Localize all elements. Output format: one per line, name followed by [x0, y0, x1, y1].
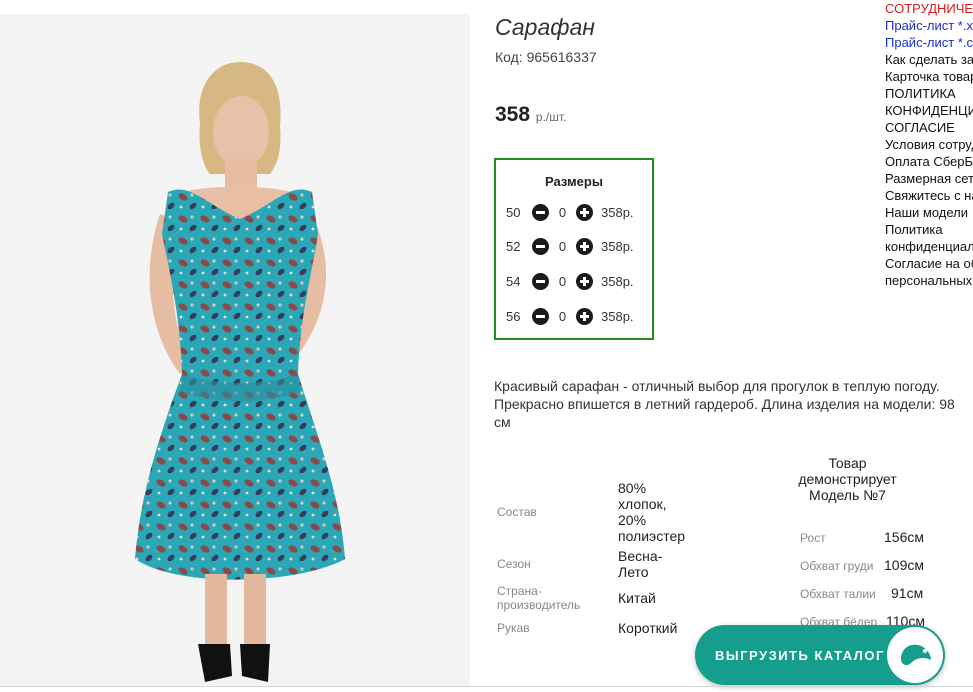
plus-circle-icon[interactable]	[576, 307, 593, 325]
minus-circle-icon[interactable]	[532, 307, 549, 325]
plus-circle-icon[interactable]	[576, 237, 593, 255]
sidebar-item-contact[interactable]: Свяжитесь с нами	[885, 187, 973, 204]
size-price: 358р.	[601, 204, 634, 220]
model-param-key: Обхват груди	[800, 559, 874, 573]
size-price: 358р.	[601, 273, 634, 289]
spec-value: 80% хлопок, 20% полиэстер	[618, 480, 686, 544]
size-row: 52 0 358р.	[506, 235, 634, 257]
sidebar-item-privacy[interactable]: Политика	[885, 221, 973, 238]
model-param-value: 156см	[884, 529, 924, 545]
size-quantity[interactable]: 0	[549, 239, 576, 254]
spec-key: Страна-производитель	[497, 584, 581, 612]
export-catalog-button[interactable]: ВЫГРУЗИТЬ КАТАЛОГ	[695, 625, 945, 685]
sidebar-item-data-consent[interactable]: Согласие на обработку	[885, 255, 973, 272]
sidebar-item-terms[interactable]: Условия сотрудничества	[885, 136, 973, 153]
sidebar-item-privacy[interactable]: конфиденциальности	[885, 238, 973, 255]
plus-circle-icon[interactable]	[576, 203, 593, 221]
size-row: 54 0 358р.	[506, 270, 634, 292]
size-label: 56	[506, 308, 521, 324]
sidebar-item-price-xls[interactable]: Прайс-лист *.xls	[885, 17, 973, 34]
sidebar-item-how-to-order[interactable]: Как сделать заказ	[885, 51, 973, 68]
page-bottom-divider	[0, 686, 973, 687]
size-price: 358р.	[601, 308, 634, 324]
sidebar-menu: СОТРУДНИЧЕСТВО Прайс-лист *.xls Прайс-ли…	[885, 0, 973, 289]
spec-value: Весна-Лето	[618, 548, 663, 580]
sidebar-item-cooperation[interactable]: СОТРУДНИЧЕСТВО	[885, 0, 973, 17]
minus-circle-icon[interactable]	[532, 203, 549, 221]
plus-circle-icon[interactable]	[576, 272, 593, 290]
sidebar-item-consent[interactable]: СОГЛАСИЕ	[885, 119, 973, 136]
sidebar-item-price-csv[interactable]: Прайс-лист *.csv	[885, 34, 973, 51]
model-param-value: 109см	[884, 557, 924, 573]
sizes-box: Размеры 50 0 358р. 52 0 358р. 54 0 358р.…	[494, 158, 654, 340]
size-quantity[interactable]: 0	[549, 205, 576, 220]
sidebar-item-payment[interactable]: Оплата СберБанк	[885, 153, 973, 170]
size-quantity[interactable]: 0	[549, 309, 576, 324]
spec-key: Сезон	[497, 557, 531, 571]
sidebar-item-data-consent[interactable]: персональных данных	[885, 272, 973, 289]
sidebar-item-models[interactable]: Наши модели	[885, 204, 973, 221]
spec-value: Китай	[618, 590, 656, 606]
price-unit: р./шт.	[535, 110, 567, 124]
export-catalog-label: ВЫГРУЗИТЬ КАТАЛОГ	[715, 648, 885, 663]
model-param-key: Обхват талии	[800, 587, 876, 601]
size-label: 54	[506, 273, 521, 289]
model-header: Товар демонстрирует Модель №7	[798, 455, 897, 503]
size-row: 50 0 358р.	[506, 201, 634, 223]
minus-circle-icon[interactable]	[532, 237, 549, 255]
size-quantity[interactable]: 0	[549, 274, 576, 289]
size-label: 52	[506, 238, 521, 254]
spec-key: Рукав	[497, 621, 530, 635]
sidebar-item-policy[interactable]: ПОЛИТИКА	[885, 85, 973, 102]
brand-logo-icon	[887, 627, 943, 683]
model-param-value: 91см	[891, 585, 924, 601]
price-value: 358	[495, 103, 531, 126]
spec-key: Состав	[497, 505, 537, 519]
spec-value: Короткий	[618, 620, 678, 636]
product-price: 358 р./шт.	[495, 103, 566, 127]
product-description: Красивый сарафан - отличный выбор для пр…	[494, 378, 955, 430]
sidebar-item-size-chart[interactable]: Размерная сетка	[885, 170, 973, 187]
size-row: 56 0 358р.	[506, 305, 634, 327]
product-code: Код: 965616337	[495, 49, 597, 65]
sidebar-item-policy[interactable]: КОНФИДЕНЦИАЛЬНОСТИ	[885, 102, 973, 119]
sizes-header: Размеры	[545, 174, 603, 189]
size-price: 358р.	[601, 238, 634, 254]
product-photo[interactable]	[0, 14, 470, 686]
sidebar-item-product-card[interactable]: Карточка товара	[885, 68, 973, 85]
size-label: 50	[506, 204, 521, 220]
product-title: Сарафан	[495, 14, 595, 40]
model-param-key: Рост	[800, 531, 826, 545]
minus-circle-icon[interactable]	[532, 272, 549, 290]
